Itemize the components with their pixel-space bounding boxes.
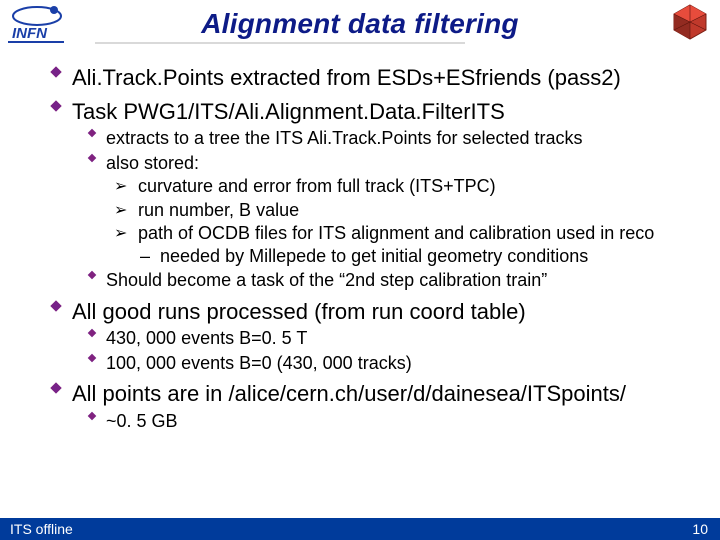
small-diamond-bullet-icon — [86, 410, 98, 422]
bullet-list-level2: extracts to a tree the ITS Ali.Track.Poi… — [86, 127, 702, 292]
bullet-text: All points are in /alice/cern.ch/user/d/… — [72, 380, 626, 408]
arrow-bullet-icon: ➢ — [114, 201, 130, 221]
arrow-bullet-icon: ➢ — [114, 224, 130, 244]
footer-left-text: ITS offline — [10, 521, 73, 537]
slide-title: Alignment data filtering — [0, 8, 720, 40]
bullet-text: Should become a task of the “2nd step ca… — [106, 269, 547, 292]
diamond-bullet-icon — [48, 64, 64, 80]
small-diamond-bullet-icon — [86, 352, 98, 364]
diamond-bullet-icon — [48, 98, 64, 114]
detector-icon — [668, 2, 712, 47]
bullet-text: Task PWG1/ITS/Ali.Alignment.Data.FilterI… — [72, 98, 505, 126]
slide-body: Ali.Track.Points extracted from ESDs+ESf… — [48, 64, 702, 438]
small-diamond-bullet-icon — [86, 127, 98, 139]
bullet-text: path of OCDB files for ITS alignment and… — [138, 222, 654, 245]
bullet-list-level1: Ali.Track.Points extracted from ESDs+ESf… — [48, 64, 702, 432]
slide-number: 10 — [692, 521, 708, 537]
bullet-list-level4: –needed by Millepede to get initial geom… — [138, 245, 702, 268]
small-diamond-bullet-icon — [86, 269, 98, 281]
bullet-list-level3: ➢ curvature and error from full track (IT… — [114, 175, 702, 267]
bullet-text: needed by Millepede to get initial geome… — [160, 245, 588, 268]
arrow-bullet-icon: ➢ — [114, 177, 130, 197]
bullet-text: Ali.Track.Points extracted from ESDs+ESf… — [72, 64, 621, 92]
footer-bar: ITS offline 10 — [0, 518, 720, 540]
title-underline — [95, 42, 465, 44]
bullet-text: All good runs processed (from run coord … — [72, 298, 526, 326]
slide: INFN Alignment data filtering Ali.Track.… — [0, 0, 720, 540]
bullet-list-level2: ~0. 5 GB — [86, 410, 702, 433]
bullet-text: also stored: — [106, 152, 199, 175]
small-diamond-bullet-icon — [86, 152, 98, 164]
bullet-text: ~0. 5 GB — [106, 410, 178, 433]
header: INFN Alignment data filtering — [0, 0, 720, 58]
bullet-text: 430, 000 events B=0. 5 T — [106, 327, 307, 350]
small-diamond-bullet-icon — [86, 327, 98, 339]
bullet-text: curvature and error from full track (ITS… — [138, 175, 496, 198]
diamond-bullet-icon — [48, 380, 64, 396]
diamond-bullet-icon — [48, 298, 64, 314]
bullet-list-level2: 430, 000 events B=0. 5 T 100, 000 events… — [86, 327, 702, 374]
dash-bullet-icon: – — [138, 245, 152, 268]
bullet-text: extracts to a tree the ITS Ali.Track.Poi… — [106, 127, 583, 150]
bullet-text: 100, 000 events B=0 (430, 000 tracks) — [106, 352, 412, 375]
bullet-text: run number, B value — [138, 199, 299, 222]
